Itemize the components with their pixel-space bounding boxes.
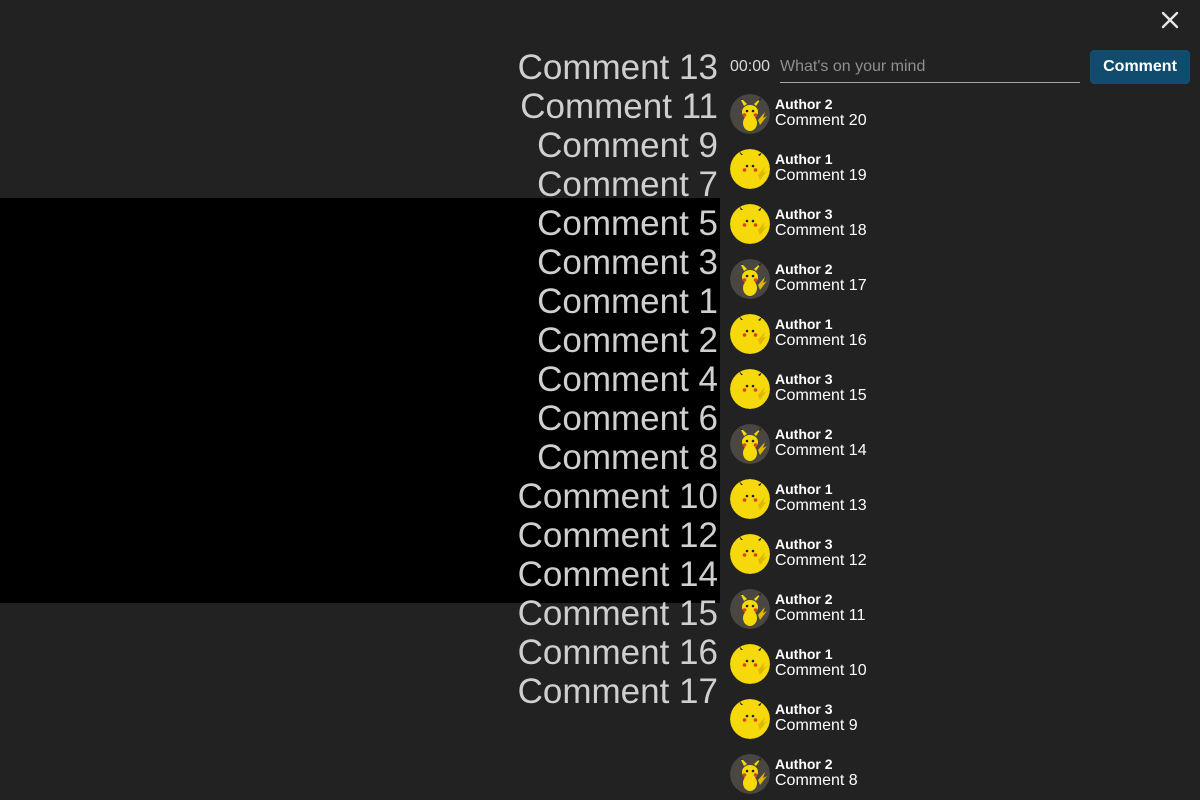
comment-text: Comment 10: [775, 662, 867, 679]
floating-comment: Comment 5: [537, 204, 718, 243]
comment-text: Comment 20: [775, 112, 867, 129]
comment-text: Comment 17: [775, 277, 867, 294]
comment-button[interactable]: Comment: [1090, 50, 1190, 84]
floating-comment: Comment 17: [517, 672, 718, 711]
comment-author: Author 1: [775, 151, 833, 167]
avatar: [730, 644, 770, 684]
avatar: [730, 94, 770, 134]
comment-list-item[interactable]: Author 1 Comment 16: [730, 314, 1190, 369]
comment-author: Author 1: [775, 316, 833, 332]
comment-input[interactable]: [780, 52, 1080, 83]
comment-list-item[interactable]: Author 1 Comment 13: [730, 479, 1190, 534]
comment-author: Author 3: [775, 206, 833, 222]
floating-comment: Comment 6: [537, 399, 718, 438]
avatar: [730, 589, 770, 629]
floating-comment: Comment 15: [517, 594, 718, 633]
avatar: [730, 149, 770, 189]
comment-author: Author 3: [775, 536, 833, 552]
floating-comment: Comment 9: [537, 126, 718, 165]
comment-author: Author 1: [775, 481, 833, 497]
comment-timestamp: 00:00: [730, 58, 771, 75]
comment-list-item[interactable]: Author 2 Comment 20: [730, 94, 1190, 149]
avatar: [730, 369, 770, 409]
avatar: [730, 534, 770, 574]
comment-text: Comment 18: [775, 222, 867, 239]
floating-comment: Comment 8: [537, 438, 718, 477]
comment-author: Author 2: [775, 261, 833, 277]
comment-text: Comment 11: [775, 607, 866, 624]
comment-text: Comment 19: [775, 167, 867, 184]
avatar: [730, 204, 770, 244]
comment-author: Author 3: [775, 371, 833, 387]
comment-list-item[interactable]: Author 1 Comment 19: [730, 149, 1190, 204]
comment-list-item[interactable]: Author 2 Comment 17: [730, 259, 1190, 314]
comment-list-item[interactable]: Author 3 Comment 12: [730, 534, 1190, 589]
floating-comment: Comment 10: [517, 477, 718, 516]
avatar: [730, 699, 770, 739]
floating-comments-overlay: Comment 13 Comment 11 Comment 9 Comment …: [518, 48, 718, 711]
avatar: [730, 314, 770, 354]
comment-text: Comment 13: [775, 497, 867, 514]
comment-author: Author 1: [775, 646, 833, 662]
floating-comment: Comment 3: [537, 243, 718, 282]
floating-comment: Comment 4: [537, 360, 718, 399]
comment-author: Author 3: [775, 701, 833, 717]
floating-comment: Comment 14: [517, 555, 718, 594]
floating-comment: Comment 13: [517, 48, 718, 87]
floating-comment: Comment 16: [517, 633, 718, 672]
floating-comment: Comment 1: [537, 282, 718, 321]
avatar: [730, 479, 770, 519]
comment-author: Author 2: [775, 96, 833, 112]
comment-viewer: Comment 13 Comment 11 Comment 9 Comment …: [0, 0, 1200, 800]
close-icon[interactable]: [1157, 7, 1183, 33]
floating-comment: Comment 7: [537, 165, 718, 204]
comment-text: Comment 14: [775, 442, 867, 459]
comment-list-item[interactable]: Author 2 Comment 8: [730, 754, 1190, 800]
avatar: [730, 754, 770, 794]
avatar: [730, 424, 770, 464]
comment-list-item[interactable]: Author 3 Comment 15: [730, 369, 1190, 424]
comment-list-item[interactable]: Author 2 Comment 11: [730, 589, 1190, 644]
floating-comment: Comment 12: [517, 516, 718, 555]
comment-text: Comment 8: [775, 772, 858, 789]
floating-comment: Comment 11: [520, 87, 718, 126]
avatar: [730, 259, 770, 299]
comment-text: Comment 12: [775, 552, 867, 569]
comment-text: Comment 16: [775, 332, 867, 349]
comment-author: Author 2: [775, 591, 833, 607]
comment-author: Author 2: [775, 756, 833, 772]
floating-comment: Comment 2: [537, 321, 718, 360]
comment-list-item[interactable]: Author 3 Comment 9: [730, 699, 1190, 754]
comment-list-item[interactable]: Author 3 Comment 18: [730, 204, 1190, 259]
comment-list-item[interactable]: Author 2 Comment 14: [730, 424, 1190, 479]
comment-list[interactable]: Author 2 Comment 20 Author 1 Comment 19 Auth…: [730, 94, 1190, 800]
comment-list-item[interactable]: Author 1 Comment 10: [730, 644, 1190, 699]
comment-text: Comment 9: [775, 717, 858, 734]
comment-author: Author 2: [775, 426, 833, 442]
comment-text: Comment 15: [775, 387, 867, 404]
